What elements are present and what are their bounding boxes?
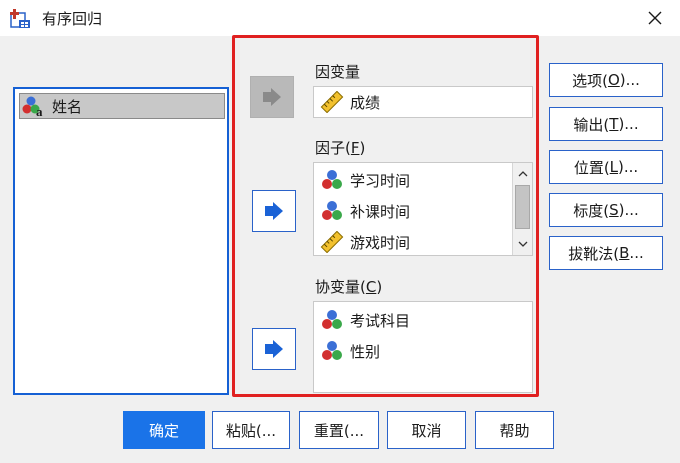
move-to-factors-button[interactable] [252,190,296,232]
nominal-variable-icon [322,201,342,220]
location-button-key: L [609,158,619,176]
nominal-variable-icon [322,341,342,360]
bootstrap-button[interactable]: 拔靴法(B... [549,236,663,270]
dependent-variable-label: 成绩 [350,93,381,112]
factors-label: 因子(F) [315,137,365,158]
help-button[interactable]: 帮助 [475,411,554,449]
covariate-item[interactable]: 性别 [320,338,380,364]
svg-text:a: a [36,104,43,117]
scale-ruler-icon [320,231,344,253]
paste-button[interactable]: 粘贴(... [212,411,290,449]
factor-item-label: 补课时间 [350,202,411,221]
ok-button[interactable]: 确定 [123,411,205,449]
output-button[interactable]: 输出(T)... [549,107,663,141]
covariates-label-main: 协变量( [315,278,366,296]
scale-button-key: S [609,201,619,219]
covariate-item-label: 考试科目 [350,311,411,330]
factors-list[interactable]: 学习时间 补课时间 游戏时间 [313,162,533,256]
scale-button[interactable]: 标度(S)... [549,193,663,227]
dependent-variable[interactable]: 成绩 [320,89,380,115]
close-icon [648,11,662,25]
scale-button-end: )... [618,201,639,219]
window-title: 有序回归 [42,10,103,28]
location-button-end: )... [618,158,639,176]
covariates-label-end: ) [376,278,383,296]
options-button[interactable]: 选项(O)... [549,63,663,97]
scroll-up-button[interactable] [513,165,532,183]
arrow-right-icon [263,88,281,106]
options-button-text: 选项( [572,71,608,90]
move-to-covariates-button[interactable] [252,328,296,370]
location-button[interactable]: 位置(L)... [549,150,663,184]
covariate-item[interactable]: 考试科目 [320,307,410,333]
bootstrap-button-text: 拔靴法( [568,244,620,263]
reset-button[interactable]: 重置(... [299,411,379,449]
source-item-name[interactable]: a 姓名 [19,93,225,119]
dependent-label: 因变量 [315,63,361,81]
factors-label-key: F [350,139,360,157]
title-bar: 有序回归 [0,0,680,36]
covariates-label-key: C [365,278,377,296]
bootstrap-button-key: B [619,244,630,262]
scale-ruler-icon [320,91,344,113]
factor-item-label: 游戏时间 [350,233,411,252]
chevron-down-icon [518,241,527,247]
nominal-variable-icon [322,310,342,329]
move-to-dependent-button[interactable] [250,76,294,118]
options-button-key: O [607,71,620,89]
factor-item[interactable]: 学习时间 [320,167,410,193]
source-variable-list[interactable]: a 姓名 [13,87,229,395]
location-button-text: 位置( [573,158,610,177]
arrow-right-icon [265,340,283,358]
nominal-variable-icon [322,170,342,189]
options-button-end: )... [619,71,640,89]
close-button[interactable] [638,2,672,34]
output-button-text: 输出( [573,115,610,134]
output-button-end: )... [618,115,639,133]
source-item-label: 姓名 [52,97,83,116]
factors-label-end: ) [359,139,366,157]
factor-item[interactable]: 补课时间 [320,198,410,224]
scale-button-text: 标度( [573,201,610,220]
output-button-key: T [609,115,619,133]
factor-item[interactable]: 游戏时间 [320,229,410,255]
app-icon [10,9,30,28]
factor-item-label: 学习时间 [350,171,411,190]
covariates-list[interactable]: 考试科目 性别 [313,301,533,393]
nominal-string-variable-icon: a [22,96,43,117]
dependent-field[interactable]: 成绩 [313,86,533,118]
covariates-label: 协变量(C) [315,276,382,297]
scroll-thumb[interactable] [515,185,530,229]
cancel-button[interactable]: 取消 [387,411,466,449]
factors-label-main: 因子( [315,139,351,157]
arrow-right-icon [265,202,283,220]
chevron-up-icon [518,171,527,177]
covariate-item-label: 性别 [350,342,381,361]
factors-scrollbar[interactable] [512,163,532,255]
scroll-down-button[interactable] [513,235,532,253]
bootstrap-button-end: ... [629,244,644,262]
